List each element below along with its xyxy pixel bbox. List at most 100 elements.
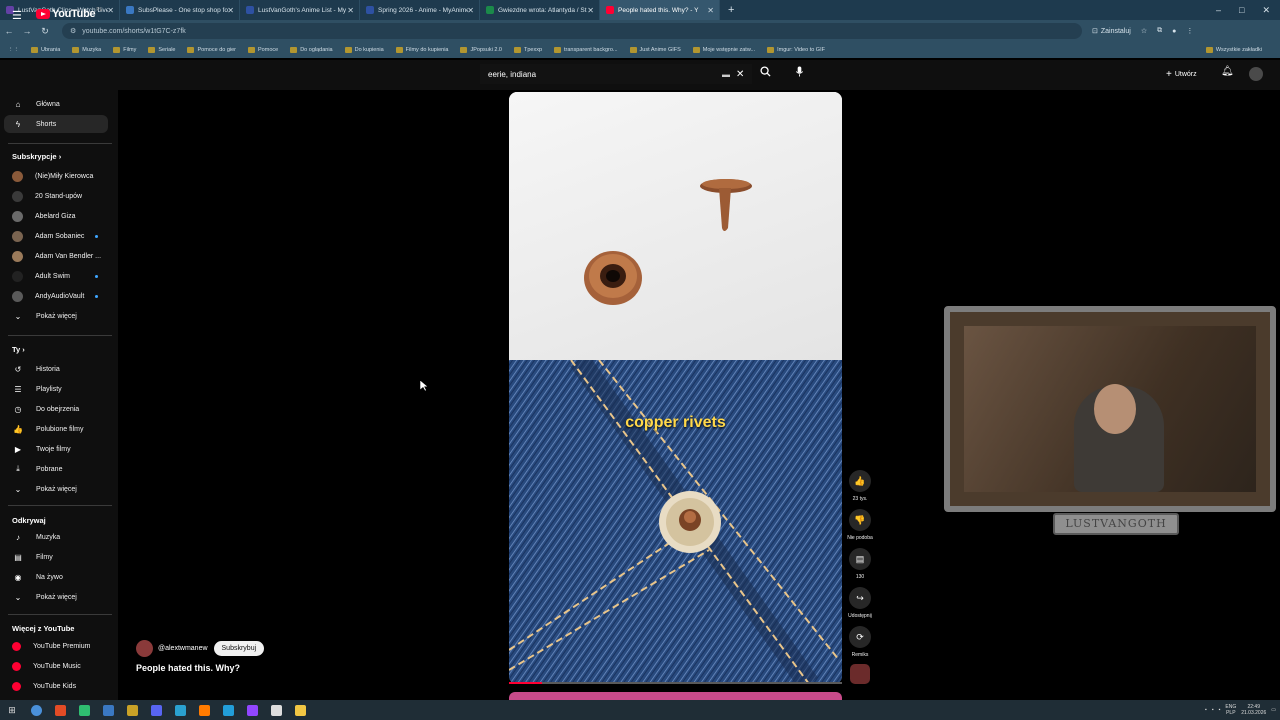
subscribe-button[interactable]: Subskrybuj <box>213 641 265 656</box>
subscription-item[interactable]: Adam Van Bendler ... <box>4 247 108 265</box>
bookmark-item[interactable]: Pomoce <box>248 47 278 53</box>
bookmark-item[interactable]: Seriale <box>148 47 175 53</box>
bookmark-item[interactable]: Just Anime GIFS <box>629 47 681 53</box>
sidebar-item-you[interactable]: ⤓ Pobrane <box>4 460 108 478</box>
bookmark-item[interactable]: Pomoce do gier <box>187 47 236 53</box>
subscription-item[interactable]: Adam Sobaniec <box>4 227 108 245</box>
taskbar-app-icon[interactable] <box>264 700 288 720</box>
sidebar-item-explore[interactable]: ◉ Na żywo <box>4 568 108 586</box>
youtube-product-item[interactable]: YouTube Premium <box>4 637 108 655</box>
subscription-item[interactable]: AndyAudioVault <box>4 287 108 305</box>
taskbar-app-icon[interactable] <box>240 700 264 720</box>
search-input[interactable]: eerie, indiana ▬ ✕ <box>480 64 752 84</box>
maximize-icon[interactable]: □ <box>1239 5 1244 15</box>
notification-center-icon[interactable]: ▭ <box>1271 707 1276 713</box>
taskbar-app-icon[interactable] <box>168 700 192 720</box>
remix-button[interactable]: ⟳ Remiks <box>848 626 872 658</box>
taskbar-app-icon[interactable] <box>24 700 48 720</box>
subscription-item[interactable]: (Nie)Miły Kierowca <box>4 167 108 185</box>
sidebar-item-you[interactable]: ↺ Historia <box>4 360 108 378</box>
like-button[interactable]: 👍 23 tys. <box>848 470 872 502</box>
browser-tab[interactable]: LustVanGoth's Anime List - My ✕ <box>240 0 360 20</box>
sidebar-item-you[interactable]: ⌄ Pokaż więcej <box>4 480 108 498</box>
bookmark-item[interactable]: Do oglądania <box>290 47 333 53</box>
close-window-icon[interactable]: ✕ <box>1262 5 1270 16</box>
input-language[interactable]: ENG PLP <box>1225 704 1236 716</box>
bookmark-item[interactable]: JPopsuki 2.0 <box>460 47 502 53</box>
sidebar-item-explore[interactable]: ▤ Filmy <box>4 548 108 566</box>
new-tab-button[interactable]: + <box>728 4 734 16</box>
sidebar-item-gwna[interactable]: ⌂ Główna <box>4 95 108 113</box>
bookmark-item[interactable]: transparent backgro... <box>554 47 618 53</box>
bookmark-item[interactable]: Moje wstępnie zatw... <box>692 47 755 53</box>
minimize-icon[interactable]: – <box>1216 5 1221 15</box>
battery-icon[interactable]: ▪ <box>1219 707 1221 713</box>
short-video-player[interactable]: copper rivets <box>509 92 842 684</box>
bookmark-item[interactable]: Ubrania <box>31 47 60 53</box>
video-title[interactable]: People hated this. Why? <box>136 663 240 673</box>
close-tab-icon[interactable]: ✕ <box>467 6 474 15</box>
share-button[interactable]: ↪ Udostępnij <box>848 587 872 619</box>
channel-avatar[interactable] <box>136 640 153 657</box>
bookmark-item[interactable]: Filmy do kupienia <box>395 47 448 53</box>
browser-tab[interactable]: Gwiezdne wrota: Atlantyda / St ✕ <box>480 0 600 20</box>
taskbar-app-icon[interactable] <box>288 700 312 720</box>
explore-heading[interactable]: Odkrywaj <box>12 516 46 525</box>
sidebar-item-explore[interactable]: ⌄ Pokaż więcej <box>4 588 108 606</box>
profile-icon[interactable]: ● <box>1172 28 1176 35</box>
menu-icon[interactable]: ⋮ <box>1186 27 1193 35</box>
bookmark-item[interactable]: Do kupienia <box>344 47 384 53</box>
sidebar-item-you[interactable]: 👍 Polubione filmy <box>4 420 108 438</box>
browser-tab[interactable]: SubsPlease - One stop shop for ✕ <box>120 0 240 20</box>
extensions-icon[interactable]: ⧉ <box>1157 27 1162 35</box>
bookmark-star-icon[interactable]: ☆ <box>1141 27 1147 35</box>
browser-tab[interactable]: People hated this. Why? - Y ✕ <box>600 0 720 20</box>
volume-icon[interactable]: ▪ <box>1212 707 1214 713</box>
youtube-product-item[interactable]: YouTube Music <box>4 657 108 675</box>
you-heading[interactable]: Ty › <box>12 345 25 354</box>
install-button[interactable]: ⊡ Zainstaluj <box>1092 27 1131 36</box>
hamburger-menu-icon[interactable]: ☰ <box>12 9 24 22</box>
sidebar-item-you[interactable]: ▶ Twoje filmy <box>4 440 108 458</box>
taskbar-app-icon[interactable] <box>192 700 216 720</box>
url-field[interactable]: ⚙ youtube.com/shorts/w1tG7C-z7fk <box>62 23 1082 39</box>
comments-button[interactable]: ▤ 130 <box>848 548 872 580</box>
sidebar-item-shorts[interactable]: ϟ Shorts <box>4 115 108 133</box>
taskbar-app-icon[interactable] <box>120 700 144 720</box>
bookmark-item[interactable]: Tpexxp <box>513 47 542 53</box>
clock[interactable]: 22:49 21.03.2026 <box>1241 704 1266 716</box>
reload-icon[interactable]: ↻ <box>36 26 54 37</box>
close-tab-icon[interactable]: ✕ <box>347 6 354 15</box>
taskbar-app-icon[interactable] <box>96 700 120 720</box>
video-progress-bar[interactable] <box>509 682 842 684</box>
youtube-product-item[interactable]: YouTube Kids <box>4 677 108 695</box>
notifications-bell-icon[interactable]: 🔔︎ <box>1221 66 1234 77</box>
search-button[interactable] <box>756 66 774 82</box>
sidebar-item-you[interactable]: ◷ Do obejrzenia <box>4 400 108 418</box>
taskbar-app-icon[interactable] <box>216 700 240 720</box>
close-tab-icon[interactable]: ✕ <box>107 6 114 15</box>
forward-icon[interactable]: → <box>18 26 36 36</box>
keyboard-icon[interactable]: ▬ <box>722 70 730 79</box>
taskbar-app-icon[interactable] <box>48 700 72 720</box>
show-more-subscriptions[interactable]: ⌄ Pokaż więcej <box>4 307 108 325</box>
back-icon[interactable]: ← <box>0 26 18 36</box>
close-tab-icon[interactable]: ✕ <box>227 6 234 15</box>
start-menu-icon[interactable]: ⊞ <box>0 700 24 720</box>
sidebar-item-you[interactable]: ☰ Playlisty <box>4 380 108 398</box>
apps-icon[interactable]: ⋮⋮ <box>8 47 19 53</box>
taskbar-app-icon[interactable] <box>72 700 96 720</box>
account-avatar[interactable] <box>1249 67 1263 81</box>
close-tab-icon[interactable]: ✕ <box>587 6 594 15</box>
browser-tab[interactable]: Spring 2026 - Anime - MyAnime ✕ <box>360 0 480 20</box>
bookmark-item[interactable]: Imgur: Video to GIF <box>767 47 825 53</box>
close-tab-icon[interactable]: ✕ <box>707 6 714 15</box>
all-bookmarks[interactable]: Wszystkie zakładki <box>1205 47 1262 53</box>
more-from-youtube-heading[interactable]: Więcej z YouTube <box>12 624 74 633</box>
subscription-item[interactable]: Abelard Giza <box>4 207 108 225</box>
bookmark-item[interactable]: Muzyka <box>72 47 101 53</box>
subscriptions-heading[interactable]: Subskrypcje › <box>12 152 61 161</box>
subscription-item[interactable]: Adult Swim <box>4 267 108 285</box>
bookmark-item[interactable]: Filmy <box>113 47 136 53</box>
sound-avatar[interactable] <box>848 664 872 684</box>
